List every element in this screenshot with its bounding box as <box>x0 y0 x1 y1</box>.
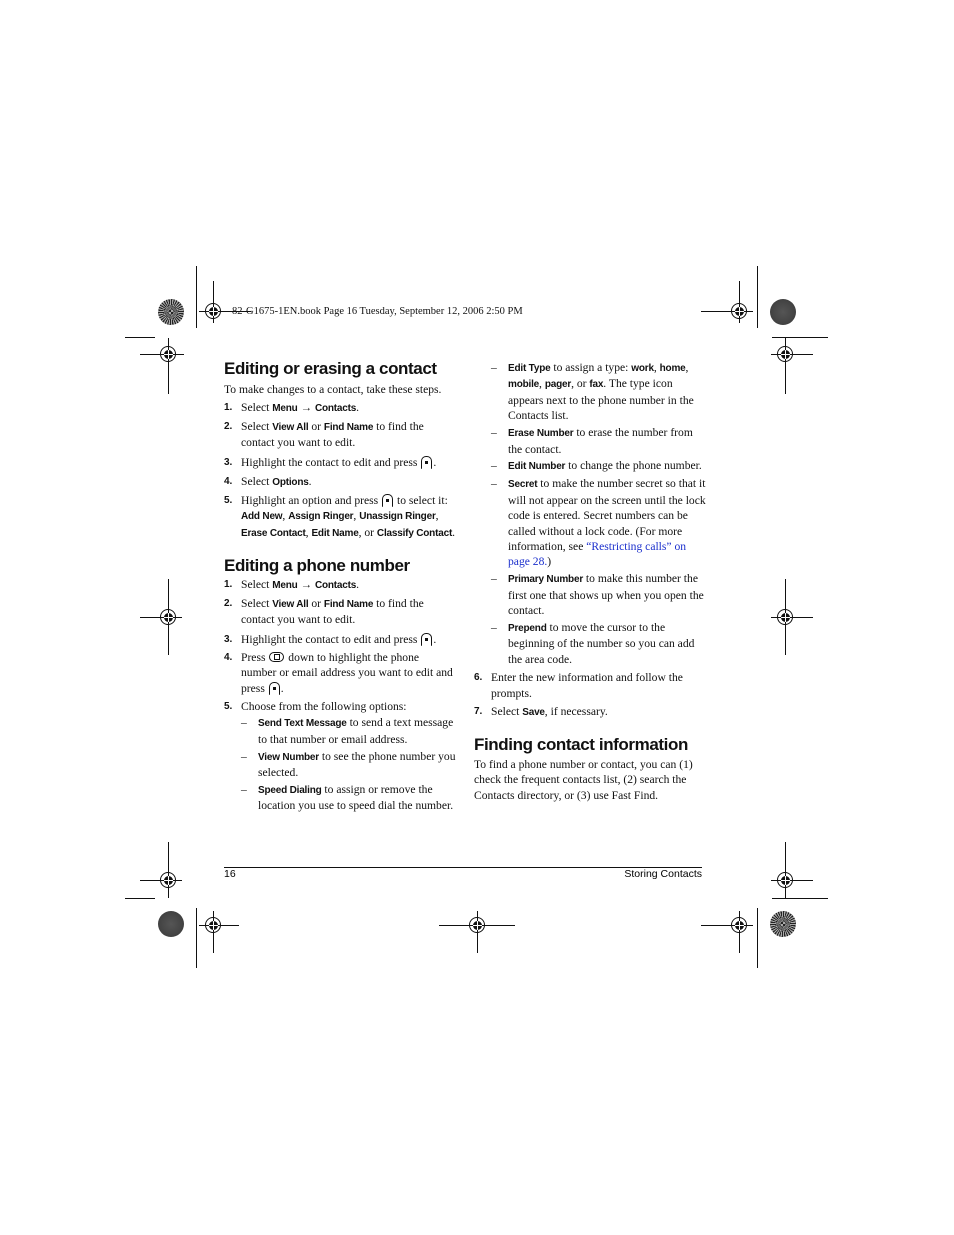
option-term: Erase Contact <box>241 527 306 539</box>
step-number: 4. <box>224 651 233 663</box>
option-term: Add New <box>241 511 283 523</box>
step-item: 4. Select Options. <box>224 475 312 489</box>
option-item: – Edit Number to change the phone number. <box>491 459 702 473</box>
option-item: – Secret to make the number secret so tha… <box>491 477 706 569</box>
step-number: 5. <box>224 494 233 506</box>
menu-term: Menu <box>272 402 298 414</box>
chapter-title: Storing Contacts <box>624 868 702 880</box>
step-number: 3. <box>224 633 233 645</box>
step-item: 5. Highlight an option and press to selec… <box>224 493 455 539</box>
step-item: 2. Select View All or Find Name to find t… <box>224 419 424 450</box>
step-number: 7. <box>474 705 483 717</box>
step-number: 4. <box>224 476 233 488</box>
option-term: Assign Ringer <box>288 511 354 523</box>
color-registration-disc <box>158 299 184 325</box>
step-item: 7. Select Save, if necessary. <box>474 704 608 718</box>
option-term: Unassign Ringer <box>359 511 436 523</box>
section-body: To find a phone number or contact, you c… <box>474 757 693 802</box>
option-item: – Prepend to move the cursor to the begin… <box>491 621 695 666</box>
crop-mark <box>757 908 758 968</box>
ok-key-icon <box>421 632 433 646</box>
menu-term: Contacts <box>314 580 357 592</box>
color-registration-disc <box>158 911 184 937</box>
section-title-editing-erasing: Editing or erasing a contact <box>224 359 437 378</box>
option-term: View Number <box>258 751 319 763</box>
option-item: – View Number to see the phone number you… <box>241 749 456 780</box>
ok-key-icon <box>382 493 394 507</box>
type-term: home <box>659 363 686 374</box>
step-item: 2. Select View All or Find Name to find t… <box>224 597 424 627</box>
menu-term: Find Name <box>323 421 374 433</box>
color-registration-disc <box>770 299 796 325</box>
step-number: 2. <box>224 420 233 432</box>
color-registration-disc <box>770 911 796 937</box>
ok-key-icon <box>421 455 433 469</box>
option-item: – Edit Type to assign a type: work, home,… <box>491 361 694 423</box>
page-number: 16 <box>224 868 236 880</box>
steps-list-continued: 6. Enter the new information and follow t… <box>474 670 706 720</box>
step-number: 6. <box>474 672 483 684</box>
step-item: 1. Select Menu → Contacts. <box>224 578 360 592</box>
print-slug: 82-G1675-1EN.book Page 16 Tuesday, Septe… <box>232 306 523 317</box>
step-item: 1. Select Menu → Contacts. <box>224 400 360 414</box>
option-item: – Erase Number to erase the number from t… <box>491 426 693 456</box>
step-number: 2. <box>224 598 233 610</box>
option-term: Edit Number <box>508 461 566 473</box>
crop-mark <box>125 337 155 338</box>
step-number: 5. <box>224 700 233 712</box>
option-term: Secret <box>508 479 538 491</box>
menu-term: Contacts <box>314 402 357 414</box>
options-list: – Send Text Message to send a text messag… <box>241 715 456 813</box>
options-list-continued: – Edit Type to assign a type: work, home,… <box>491 360 706 667</box>
step-item: 3. Highlight the contact to edit and pres… <box>224 455 437 469</box>
menu-term: View All <box>272 421 309 433</box>
menu-term: Find Name <box>323 599 374 611</box>
crop-mark <box>125 898 155 899</box>
menu-term: View All <box>272 599 309 611</box>
section-title-finding-contact: Finding contact information <box>474 734 688 754</box>
option-term: Edit Name <box>311 527 359 539</box>
step-item: 3. Highlight the contact to edit and pres… <box>224 632 437 646</box>
option-item: – Speed Dialing to assign or remove the l… <box>241 783 454 813</box>
option-item: – Send Text Message to send a text messag… <box>241 716 454 746</box>
ok-key-icon <box>268 681 280 695</box>
crop-mark <box>196 266 197 328</box>
option-term: Erase Number <box>508 428 574 440</box>
menu-term: Save <box>522 706 545 718</box>
step-number: 3. <box>224 456 233 468</box>
left-column: Editing or erasing a contact To make cha… <box>224 358 456 814</box>
step-number: 1. <box>224 579 233 591</box>
crop-mark <box>772 898 828 899</box>
right-column: – Edit Type to assign a type: work, home,… <box>474 360 706 803</box>
option-term: Send Text Message <box>258 718 347 730</box>
step-item: 6. Enter the new information and follow t… <box>474 671 683 700</box>
option-item: – Primary Number to make this number the … <box>491 572 704 618</box>
type-term: mobile <box>508 379 540 391</box>
option-term: Primary Number <box>508 574 584 586</box>
steps-list-editing-phone: 1. Select Menu → Contacts. 2. Select View … <box>224 577 456 814</box>
option-term: Edit Type <box>508 363 551 374</box>
option-term: Prepend <box>508 623 547 634</box>
crop-mark <box>757 266 758 328</box>
type-term: fax <box>589 379 604 391</box>
section-intro: To make changes to a contact, take these… <box>224 383 442 396</box>
section-title-editing-phone-number: Editing a phone number <box>224 556 410 576</box>
steps-list-editing-erasing: 1. Select Menu → Contacts. 2. Select View … <box>224 400 456 541</box>
navigation-key-icon <box>269 651 285 662</box>
menu-term: Menu <box>272 580 298 592</box>
step-item: 5. Choose from the following options: – Se… <box>224 699 456 813</box>
menu-term: Options <box>272 477 309 489</box>
option-term: Speed Dialing <box>258 785 322 797</box>
type-term: pager <box>544 379 572 391</box>
type-term: work <box>631 363 654 374</box>
step-item: 4. Press down to highlight the phone numb… <box>224 650 453 695</box>
option-term: Classify Contact <box>376 527 453 539</box>
step-number: 1. <box>224 401 233 413</box>
crop-mark <box>196 908 197 968</box>
crop-mark <box>772 337 828 338</box>
